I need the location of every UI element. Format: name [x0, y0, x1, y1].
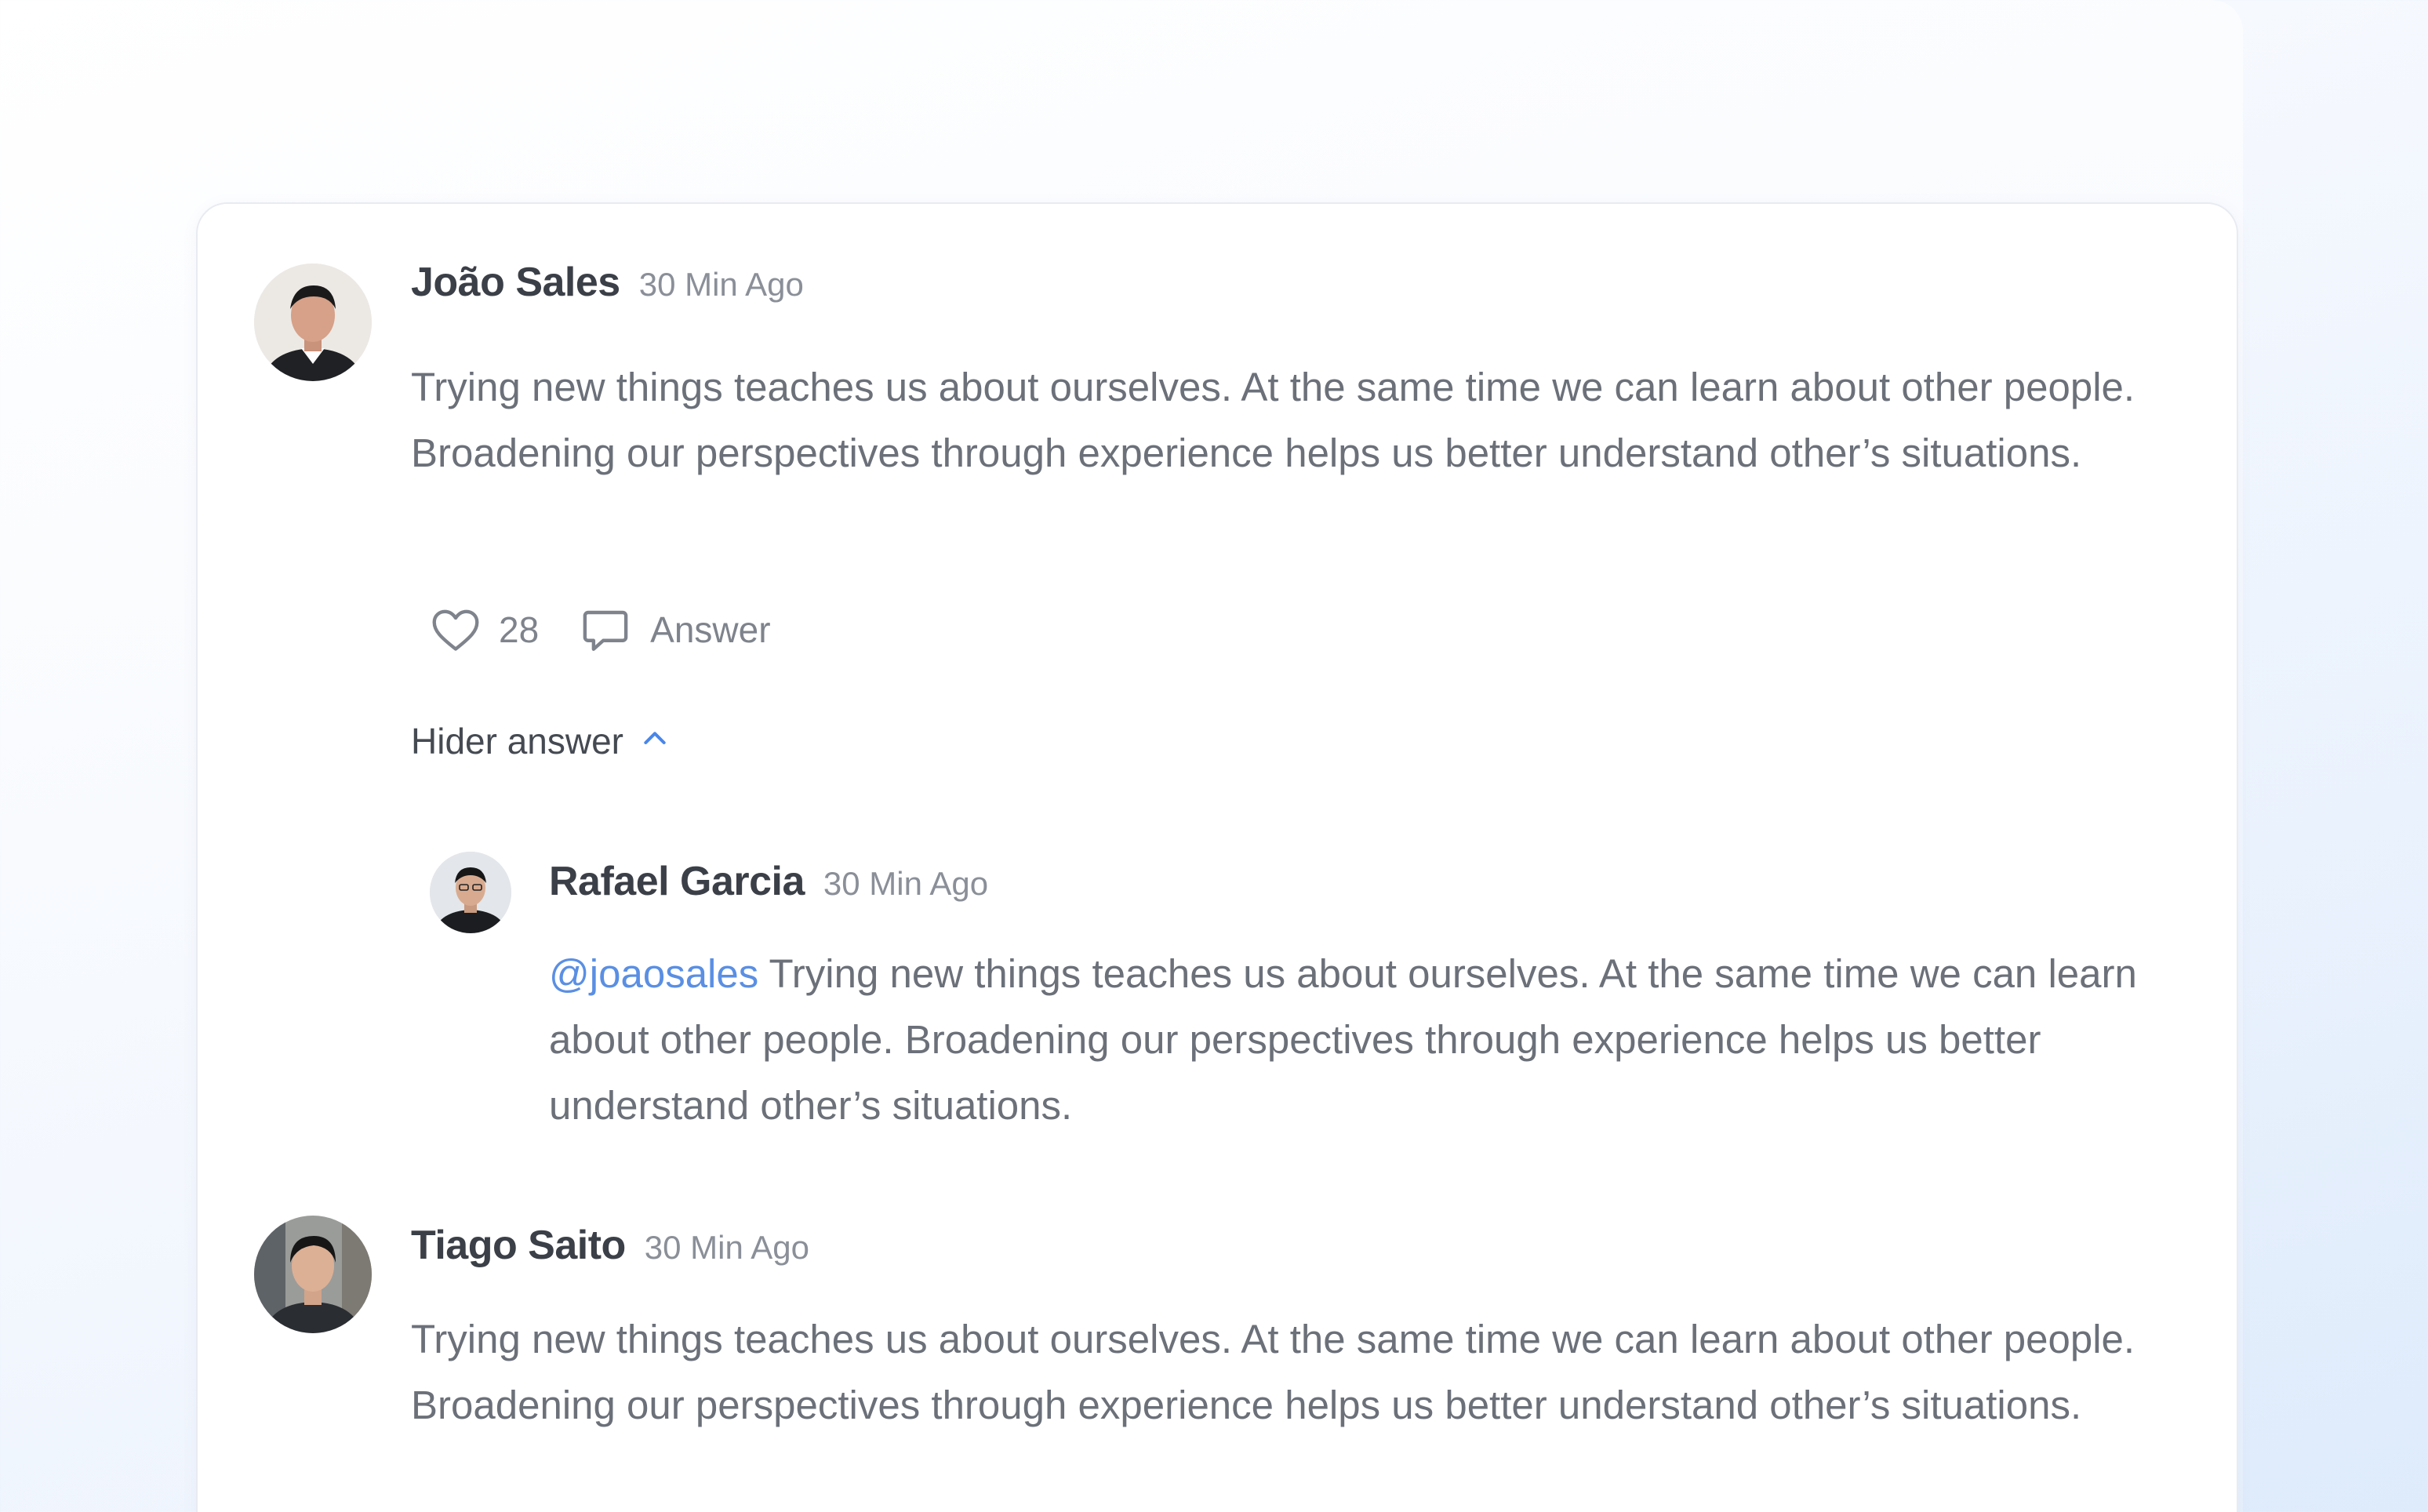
avatar[interactable] — [254, 1216, 372, 1333]
comment-author[interactable]: Tiago Saito — [411, 1222, 626, 1269]
comment-time: 30 Min Ago — [644, 1229, 809, 1266]
comment-tiago-saito: Tiago Saito 30 Min Ago Trying new things… — [198, 204, 2237, 1512]
comment-text: Trying new things teaches us about ourse… — [411, 1317, 2135, 1427]
comments-card: João Sales 30 Min Ago Trying new things … — [196, 202, 2238, 1512]
person-avatar-icon — [254, 1216, 372, 1333]
